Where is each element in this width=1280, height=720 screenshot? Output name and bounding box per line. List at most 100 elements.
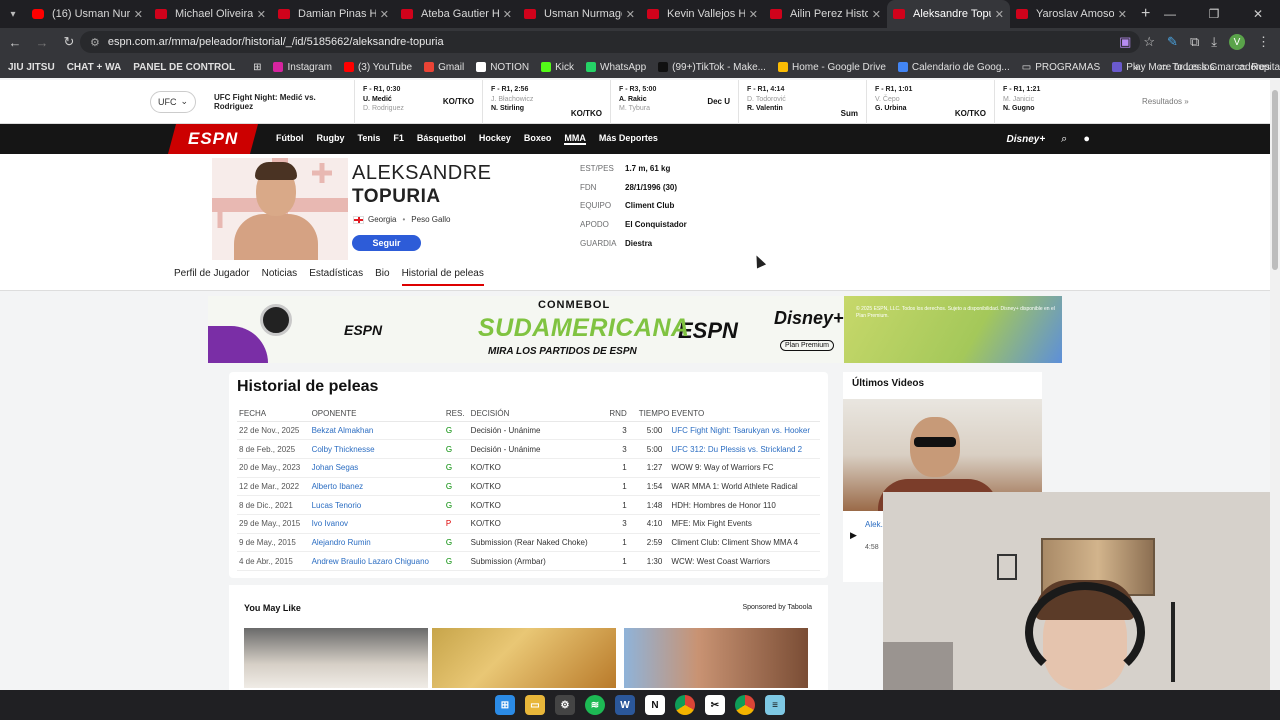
browser-tab[interactable]: Kevin Vallejos Historial ✕ bbox=[641, 0, 764, 28]
recommended-item-2[interactable] bbox=[432, 628, 616, 688]
browser-tab[interactable]: Aleksandre Topuria Historial ✕ bbox=[887, 0, 1010, 28]
close-tab-icon[interactable]: ✕ bbox=[872, 8, 881, 21]
tab-search-icon[interactable]: ▾ bbox=[0, 0, 26, 28]
player-tab[interactable]: Bio bbox=[375, 268, 389, 286]
recommended-item-1[interactable] bbox=[244, 628, 428, 688]
bookmark-item[interactable]: ▭ PROGRAMAS bbox=[1022, 62, 1100, 74]
player-tab[interactable]: Estadísticas bbox=[309, 268, 363, 286]
bookmark-star-icon[interactable]: ☆ bbox=[1143, 34, 1155, 50]
player-tab[interactable]: Perfil de Jugador bbox=[174, 268, 250, 286]
file-explorer-icon[interactable]: ▭ bbox=[525, 695, 545, 715]
bookmark-item[interactable]: Home - Google Drive bbox=[777, 62, 886, 73]
downloads-icon[interactable]: ⤓ bbox=[1211, 34, 1217, 50]
play-icon[interactable]: ▶ bbox=[850, 530, 857, 541]
opponent-link[interactable]: Alberto Ibanez bbox=[309, 477, 444, 497]
notepad-icon[interactable]: ≡ bbox=[765, 695, 785, 715]
user-account-icon[interactable]: ● bbox=[1083, 133, 1090, 145]
event-link[interactable]: UFC Fight Night: Tsarukyan vs. Hooker bbox=[669, 421, 820, 441]
close-tab-icon[interactable]: ✕ bbox=[380, 8, 389, 21]
nav-item-boxeo[interactable]: Boxeo bbox=[524, 133, 552, 145]
bookmark-item[interactable]: JIU JITSU bbox=[8, 62, 55, 73]
word-icon[interactable]: W bbox=[615, 695, 635, 715]
bookmark-item[interactable]: NOTION bbox=[476, 62, 529, 73]
bookmark-item[interactable]: Kick bbox=[541, 62, 574, 73]
scoreboard-event-name[interactable]: UFC Fight Night: Medić vs. Rodriguez bbox=[214, 93, 354, 111]
nav-item-f1[interactable]: F1 bbox=[393, 133, 404, 145]
league-select[interactable]: UFC ⌄ bbox=[150, 90, 196, 113]
close-tab-icon[interactable]: ✕ bbox=[503, 8, 512, 21]
opponent-link[interactable]: Lucas Tenorio bbox=[309, 495, 444, 515]
capcut-icon[interactable]: ✂ bbox=[705, 695, 725, 715]
close-window-icon[interactable]: ✕ bbox=[1236, 7, 1280, 21]
opponent-link[interactable]: Alejandro Rumin bbox=[309, 533, 444, 553]
close-tab-icon[interactable]: ✕ bbox=[134, 8, 143, 21]
scoreboard-fight[interactable]: F - R1, 0:30 U. Medić D. Rodriguez KO/TKO bbox=[354, 79, 482, 124]
browser-tab[interactable]: Yaroslav Amosov Historial ✕ bbox=[1010, 0, 1133, 28]
follow-button[interactable]: Seguir bbox=[352, 235, 421, 251]
minimize-icon[interactable]: — bbox=[1148, 7, 1192, 21]
profile-avatar[interactable]: V bbox=[1229, 34, 1245, 50]
browser-tab[interactable]: Damian Pinas Historial ✕ bbox=[272, 0, 395, 28]
back-icon[interactable]: ← bbox=[3, 35, 27, 50]
bookmark-item[interactable]: CHAT + WA bbox=[67, 62, 122, 73]
close-tab-icon[interactable]: ✕ bbox=[995, 8, 1004, 21]
notion-icon[interactable]: N bbox=[645, 695, 665, 715]
close-tab-icon[interactable]: ✕ bbox=[626, 8, 635, 21]
address-bar[interactable]: ⚙ espn.com.ar/mma/peleador/historial/_/i… bbox=[80, 31, 1140, 53]
scoreboard-fight[interactable]: F - R1, 2:56 J. Błachowicz N. Stirling KO/T… bbox=[482, 79, 610, 124]
nav-item-mma[interactable]: MMA bbox=[564, 133, 586, 145]
site-info-icon[interactable]: ⚙ bbox=[90, 36, 100, 49]
extensions-puzzle-icon[interactable]: ⧉ bbox=[1190, 34, 1199, 50]
browser-tab[interactable]: Ateba Gautier Historial ✕ bbox=[395, 0, 518, 28]
results-link[interactable]: Resultados » bbox=[1142, 97, 1189, 106]
opponent-link[interactable]: Ivo Ivanov bbox=[309, 514, 444, 534]
bookmark-item[interactable]: Gmail bbox=[424, 62, 464, 73]
close-tab-icon[interactable]: ✕ bbox=[1118, 8, 1127, 21]
espn-logo[interactable]: ESPN bbox=[167, 124, 259, 154]
nav-item-rugby[interactable]: Rugby bbox=[317, 133, 345, 145]
bookmark-item[interactable]: PANEL DE CONTROL ⊞ bbox=[133, 62, 261, 73]
bookmark-item[interactable]: Instagram bbox=[273, 62, 332, 73]
event-link[interactable]: UFC 312: Du Plessis vs. Strickland 2 bbox=[669, 439, 820, 459]
player-tab[interactable]: Historial de peleas bbox=[401, 268, 484, 286]
taboola-sponsor[interactable]: Sponsored by Taboola bbox=[742, 604, 812, 611]
opponent-link[interactable]: Andrew Braulio Lazaro Chiguano bbox=[309, 551, 444, 571]
windows-start-icon[interactable]: ⊞ bbox=[495, 695, 515, 715]
nav-item-tenis[interactable]: Tenis bbox=[358, 133, 381, 145]
settings-app-icon[interactable]: ⚙ bbox=[555, 695, 575, 715]
forward-icon[interactable]: → bbox=[30, 35, 54, 50]
spotify-icon[interactable]: ≋ bbox=[585, 695, 605, 715]
browser-tab[interactable]: Ailin Perez Historial de ✕ bbox=[764, 0, 887, 28]
bookmark-item[interactable]: (3) YouTube bbox=[343, 62, 412, 73]
scoreboard-fight[interactable]: F - R1, 4:14 D. Todorović R. Valentin Sum bbox=[738, 79, 866, 124]
chrome-profile-icon[interactable] bbox=[735, 695, 755, 715]
bookmark-item[interactable]: (99+)TikTok - Make... bbox=[658, 62, 766, 73]
scoreboard-fight[interactable]: F - R3, 5:00 A. Rakic M. Tybura Dec U bbox=[610, 79, 738, 124]
apps-grid-icon[interactable]: ⊞ bbox=[253, 62, 261, 73]
recommended-item-3[interactable] bbox=[624, 628, 808, 688]
bookmark-item[interactable]: WhatsApp bbox=[586, 62, 646, 73]
chrome-menu-icon[interactable]: ⋮ bbox=[1257, 34, 1270, 50]
browser-tab[interactable]: Usman Nurmagomedov ✕ bbox=[518, 0, 641, 28]
all-bookmarks-folder[interactable]: ▭ Todos los marcadores bbox=[1159, 62, 1270, 73]
search-icon[interactable]: ⌕ bbox=[1061, 133, 1067, 146]
browser-tab[interactable]: (16) Usman Nurmagomedov ✕ bbox=[26, 0, 149, 28]
disney-plus-logo[interactable]: Disney+ bbox=[1007, 134, 1046, 145]
scoreboard-fight[interactable]: F - R1, 1:21 M. Janicic N. Gugno bbox=[994, 79, 1122, 124]
nav-item-b-squetbol[interactable]: Básquetbol bbox=[417, 133, 466, 145]
nav-item-f-tbol[interactable]: Fútbol bbox=[276, 133, 304, 145]
cast-icon[interactable]: ▣ bbox=[1119, 34, 1131, 50]
maximize-icon[interactable]: ❐ bbox=[1192, 7, 1236, 21]
opponent-link[interactable]: Johan Segas bbox=[309, 458, 444, 478]
reload-icon[interactable]: ↻ bbox=[57, 34, 81, 50]
sudamericana-banner-ad[interactable]: ESPN ESPN CONMEBOL SUDAMERICANA MIRA LOS… bbox=[208, 296, 1062, 363]
opponent-link[interactable]: Bekzat Almakhan bbox=[309, 421, 444, 441]
browser-tab[interactable]: Michael Oliveira Historial ✕ bbox=[149, 0, 272, 28]
scoreboard-fight[interactable]: F - R1, 1:01 V. Čepo G. Urbina KO/TKO bbox=[866, 79, 994, 124]
close-tab-icon[interactable]: ✕ bbox=[749, 8, 758, 21]
opponent-link[interactable]: Colby Thicknesse bbox=[309, 439, 444, 459]
page-scrollbar[interactable] bbox=[1270, 80, 1280, 690]
extension-icon[interactable]: ✎ bbox=[1167, 34, 1178, 50]
nav-item-m-s-deportes[interactable]: Más Deportes bbox=[599, 133, 658, 145]
close-tab-icon[interactable]: ✕ bbox=[257, 8, 266, 21]
